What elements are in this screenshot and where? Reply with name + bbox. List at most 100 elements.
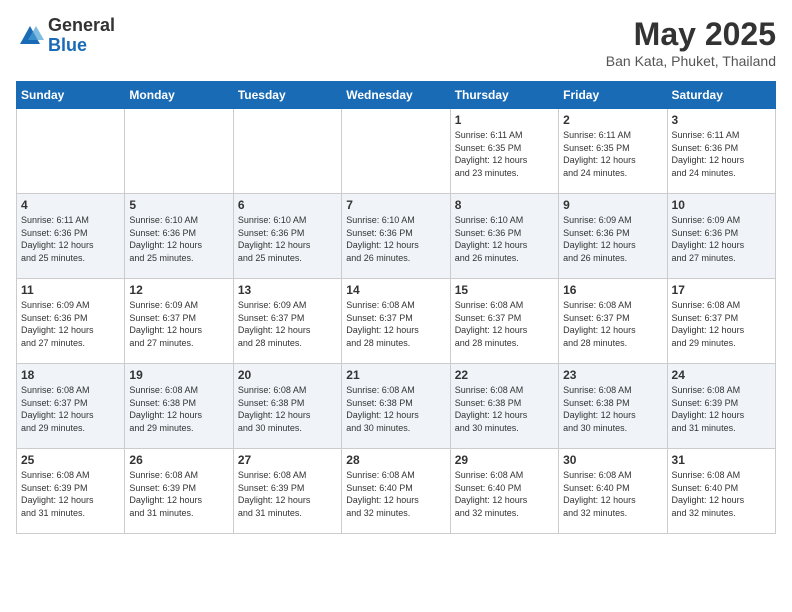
- daylight-info: Sunrise: 6:08 AM Sunset: 6:38 PM Dayligh…: [346, 384, 445, 434]
- col-wednesday: Wednesday: [342, 82, 450, 109]
- table-row: 24 Sunrise: 6:08 AM Sunset: 6:39 PM Dayli…: [667, 364, 775, 449]
- day-number: 27: [238, 453, 337, 467]
- daylight-info: Sunrise: 6:09 AM Sunset: 6:36 PM Dayligh…: [563, 214, 662, 264]
- daylight-info: Sunrise: 6:09 AM Sunset: 6:36 PM Dayligh…: [672, 214, 771, 264]
- logo-general-text: General: [48, 16, 115, 36]
- calendar-table: Sunday Monday Tuesday Wednesday Thursday…: [16, 81, 776, 534]
- daylight-info: Sunrise: 6:10 AM Sunset: 6:36 PM Dayligh…: [238, 214, 337, 264]
- day-number: 10: [672, 198, 771, 212]
- day-number: 22: [455, 368, 554, 382]
- day-number: 1: [455, 113, 554, 127]
- daylight-info: Sunrise: 6:09 AM Sunset: 6:37 PM Dayligh…: [238, 299, 337, 349]
- table-row: 10 Sunrise: 6:09 AM Sunset: 6:36 PM Dayli…: [667, 194, 775, 279]
- day-number: 9: [563, 198, 662, 212]
- day-number: 2: [563, 113, 662, 127]
- day-number: 23: [563, 368, 662, 382]
- daylight-info: Sunrise: 6:08 AM Sunset: 6:40 PM Dayligh…: [563, 469, 662, 519]
- day-number: 6: [238, 198, 337, 212]
- daylight-info: Sunrise: 6:11 AM Sunset: 6:35 PM Dayligh…: [455, 129, 554, 179]
- day-number: 19: [129, 368, 228, 382]
- day-number: 14: [346, 283, 445, 297]
- day-number: 11: [21, 283, 120, 297]
- logo-blue-text: Blue: [48, 36, 115, 56]
- daylight-info: Sunrise: 6:09 AM Sunset: 6:37 PM Dayligh…: [129, 299, 228, 349]
- calendar-row: 4 Sunrise: 6:11 AM Sunset: 6:36 PM Daylig…: [17, 194, 776, 279]
- logo: General Blue: [16, 16, 115, 56]
- logo-text: General Blue: [48, 16, 115, 56]
- day-number: 12: [129, 283, 228, 297]
- daylight-info: Sunrise: 6:08 AM Sunset: 6:38 PM Dayligh…: [455, 384, 554, 434]
- daylight-info: Sunrise: 6:11 AM Sunset: 6:36 PM Dayligh…: [21, 214, 120, 264]
- calendar-row: 11 Sunrise: 6:09 AM Sunset: 6:36 PM Dayli…: [17, 279, 776, 364]
- daylight-info: Sunrise: 6:08 AM Sunset: 6:38 PM Dayligh…: [129, 384, 228, 434]
- day-number: 13: [238, 283, 337, 297]
- table-row: 14 Sunrise: 6:08 AM Sunset: 6:37 PM Dayli…: [342, 279, 450, 364]
- table-row: 19 Sunrise: 6:08 AM Sunset: 6:38 PM Dayli…: [125, 364, 233, 449]
- day-number: 16: [563, 283, 662, 297]
- col-saturday: Saturday: [667, 82, 775, 109]
- col-sunday: Sunday: [17, 82, 125, 109]
- table-row: 31 Sunrise: 6:08 AM Sunset: 6:40 PM Dayli…: [667, 449, 775, 534]
- table-row: [17, 109, 125, 194]
- daylight-info: Sunrise: 6:11 AM Sunset: 6:35 PM Dayligh…: [563, 129, 662, 179]
- table-row: 3 Sunrise: 6:11 AM Sunset: 6:36 PM Daylig…: [667, 109, 775, 194]
- day-number: 8: [455, 198, 554, 212]
- table-row: [342, 109, 450, 194]
- daylight-info: Sunrise: 6:08 AM Sunset: 6:39 PM Dayligh…: [21, 469, 120, 519]
- table-row: [233, 109, 341, 194]
- daylight-info: Sunrise: 6:08 AM Sunset: 6:39 PM Dayligh…: [129, 469, 228, 519]
- title-block: May 2025 Ban Kata, Phuket, Thailand: [606, 16, 776, 69]
- table-row: 18 Sunrise: 6:08 AM Sunset: 6:37 PM Dayli…: [17, 364, 125, 449]
- daylight-info: Sunrise: 6:08 AM Sunset: 6:37 PM Dayligh…: [21, 384, 120, 434]
- table-row: 17Sunrise: 6:08 AM Sunset: 6:37 PM Dayli…: [667, 279, 775, 364]
- day-number: 7: [346, 198, 445, 212]
- table-row: 6 Sunrise: 6:10 AM Sunset: 6:36 PM Daylig…: [233, 194, 341, 279]
- daylight-info: Sunrise: 6:08 AM Sunset: 6:37 PM Dayligh…: [455, 299, 554, 349]
- daylight-info: Sunrise: 6:08 AM Sunset: 6:40 PM Dayligh…: [672, 469, 771, 519]
- day-number: 26: [129, 453, 228, 467]
- table-row: 27Sunrise: 6:08 AM Sunset: 6:39 PM Dayli…: [233, 449, 341, 534]
- day-number: 20: [238, 368, 337, 382]
- table-row: 22 Sunrise: 6:08 AM Sunset: 6:38 PM Dayli…: [450, 364, 558, 449]
- day-number: 4: [21, 198, 120, 212]
- day-number: 5: [129, 198, 228, 212]
- col-friday: Friday: [559, 82, 667, 109]
- day-number: 3: [672, 113, 771, 127]
- calendar-body: 1 Sunrise: 6:11 AM Sunset: 6:35 PM Daylig…: [17, 109, 776, 534]
- calendar-row: 18 Sunrise: 6:08 AM Sunset: 6:37 PM Dayli…: [17, 364, 776, 449]
- daylight-info: Sunrise: 6:08 AM Sunset: 6:38 PM Dayligh…: [238, 384, 337, 434]
- table-row: 5 Sunrise: 6:10 AM Sunset: 6:36 PM Daylig…: [125, 194, 233, 279]
- table-row: 2 Sunrise: 6:11 AM Sunset: 6:35 PM Daylig…: [559, 109, 667, 194]
- day-number: 24: [672, 368, 771, 382]
- day-number: 18: [21, 368, 120, 382]
- day-number: 21: [346, 368, 445, 382]
- table-row: 15Sunrise: 6:08 AM Sunset: 6:37 PM Dayli…: [450, 279, 558, 364]
- daylight-info: Sunrise: 6:11 AM Sunset: 6:36 PM Dayligh…: [672, 129, 771, 179]
- table-row: 23 Sunrise: 6:08 AM Sunset: 6:38 PM Dayli…: [559, 364, 667, 449]
- calendar-row: 1 Sunrise: 6:11 AM Sunset: 6:35 PM Daylig…: [17, 109, 776, 194]
- daylight-info: Sunrise: 6:08 AM Sunset: 6:40 PM Dayligh…: [346, 469, 445, 519]
- col-tuesday: Tuesday: [233, 82, 341, 109]
- daylight-info: Sunrise: 6:08 AM Sunset: 6:40 PM Dayligh…: [455, 469, 554, 519]
- month-title: May 2025: [606, 16, 776, 53]
- day-number: 17: [672, 283, 771, 297]
- daylight-info: Sunrise: 6:10 AM Sunset: 6:36 PM Dayligh…: [455, 214, 554, 264]
- day-number: 25: [21, 453, 120, 467]
- table-row: 4 Sunrise: 6:11 AM Sunset: 6:36 PM Daylig…: [17, 194, 125, 279]
- table-row: 25 Sunrise: 6:08 AM Sunset: 6:39 PM Dayli…: [17, 449, 125, 534]
- page-header: General Blue May 2025 Ban Kata, Phuket, …: [16, 16, 776, 69]
- daylight-info: Sunrise: 6:08 AM Sunset: 6:39 PM Dayligh…: [672, 384, 771, 434]
- table-row: 26 Sunrise: 6:08 AM Sunset: 6:39 PM Dayli…: [125, 449, 233, 534]
- table-row: 7Sunrise: 6:10 AM Sunset: 6:36 PM Daylig…: [342, 194, 450, 279]
- location-text: Ban Kata, Phuket, Thailand: [606, 53, 776, 69]
- table-row: 11 Sunrise: 6:09 AM Sunset: 6:36 PM Dayli…: [17, 279, 125, 364]
- day-number: 31: [672, 453, 771, 467]
- daylight-info: Sunrise: 6:10 AM Sunset: 6:36 PM Dayligh…: [129, 214, 228, 264]
- table-row: 16Sunrise: 6:08 AM Sunset: 6:37 PM Dayli…: [559, 279, 667, 364]
- calendar-row: 25 Sunrise: 6:08 AM Sunset: 6:39 PM Dayli…: [17, 449, 776, 534]
- table-row: [125, 109, 233, 194]
- daylight-info: Sunrise: 6:08 AM Sunset: 6:37 PM Dayligh…: [346, 299, 445, 349]
- daylight-info: Sunrise: 6:08 AM Sunset: 6:38 PM Dayligh…: [563, 384, 662, 434]
- daylight-info: Sunrise: 6:09 AM Sunset: 6:36 PM Dayligh…: [21, 299, 120, 349]
- day-number: 29: [455, 453, 554, 467]
